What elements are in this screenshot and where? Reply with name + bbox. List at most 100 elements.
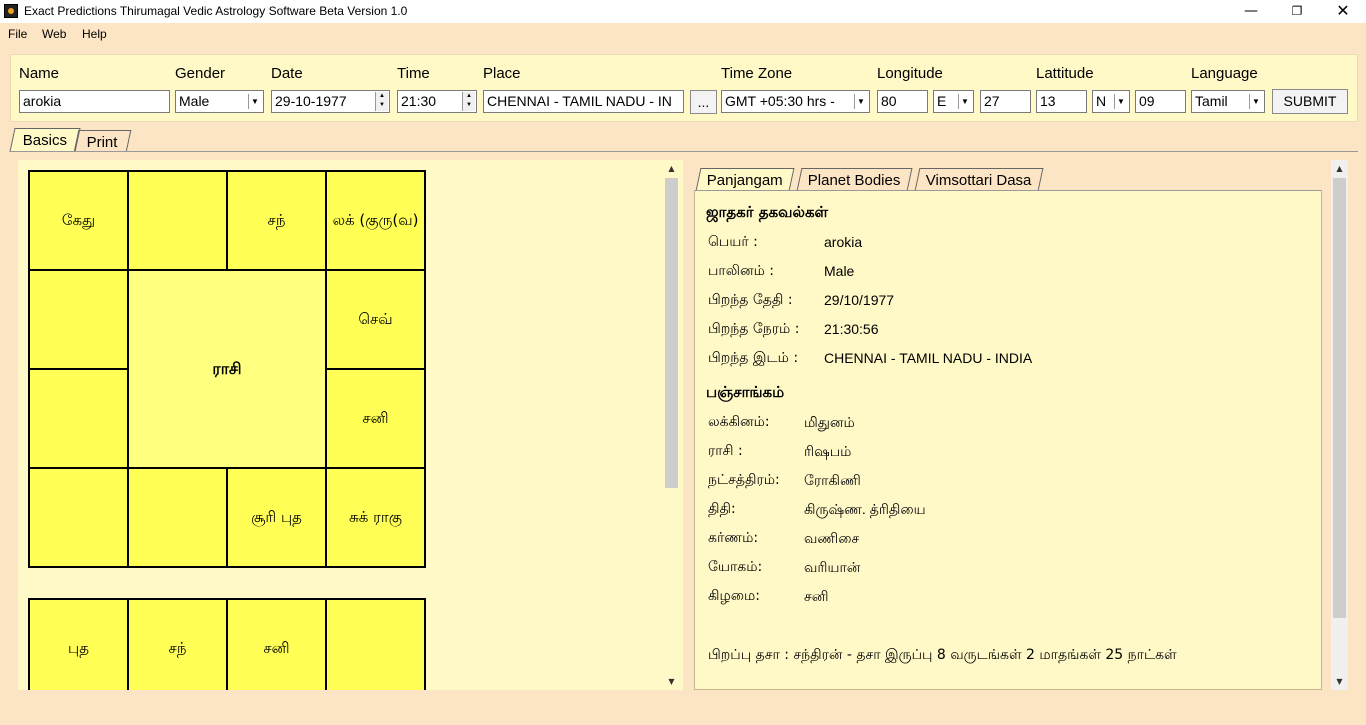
birth-date-key: பிறந்த தேதி : xyxy=(708,292,793,308)
spin-up-icon[interactable]: ▲ xyxy=(376,92,388,101)
timezone-value: GMT +05:30 hrs - xyxy=(725,93,835,109)
minimize-button[interactable]: — xyxy=(1228,0,1274,23)
tab-basics[interactable]: Basics xyxy=(9,128,81,152)
latitude-degree-input[interactable]: 13 xyxy=(1036,90,1087,113)
time-spinner[interactable]: ▲ ▼ xyxy=(462,92,475,111)
time-label: Time xyxy=(397,65,430,82)
chevron-down-icon[interactable]: ▼ xyxy=(1249,94,1262,109)
birth-time-value: 21:30:56 xyxy=(824,321,879,337)
place-label: Place xyxy=(483,65,521,82)
second-chart-house-1: புத xyxy=(29,599,128,690)
gender-select[interactable]: Male ▼ xyxy=(175,90,264,113)
person-name-value: arokia xyxy=(824,234,863,250)
rasi-house-12 xyxy=(29,270,128,369)
language-select[interactable]: Tamil ▼ xyxy=(1191,90,1265,113)
date-spinner[interactable]: ▲ ▼ xyxy=(375,92,388,111)
rasi-chart: கேது சந் லக் (குரு(வ) செவ் சனி சூரி புத … xyxy=(28,170,426,568)
tab-divider xyxy=(10,151,1358,152)
rasi-key: ராசி : xyxy=(708,443,743,459)
place-browse-button[interactable]: ... xyxy=(690,90,717,114)
karanam-key: கர்ணம்: xyxy=(708,530,759,546)
latitude-label: Lattitude xyxy=(1036,65,1094,82)
tab-vimsottari-dasa-label: Vimsottari Dasa xyxy=(925,172,1032,189)
scroll-down-icon[interactable]: ▼ xyxy=(663,673,680,690)
chevron-down-icon[interactable]: ▼ xyxy=(1114,94,1127,109)
tab-print[interactable]: Print xyxy=(73,130,132,152)
second-chart-house-2: சந் xyxy=(128,599,227,690)
rasi-house-9 xyxy=(128,468,227,567)
second-chart-house-3: சனி xyxy=(227,599,326,690)
chevron-down-icon[interactable]: ▼ xyxy=(958,94,971,109)
menu-web[interactable]: Web xyxy=(42,27,66,41)
time-value: 21:30 xyxy=(401,93,437,109)
latitude-minute-input[interactable]: 09 xyxy=(1135,90,1186,113)
scrollbar-thumb[interactable] xyxy=(665,178,678,488)
nakshatra-value: ரோகிணி xyxy=(804,472,861,488)
yogam-key: யோகம்: xyxy=(708,559,763,575)
karanam-value: வணிசை xyxy=(804,530,860,546)
chart-panel-scrollbar[interactable]: ▲ ▼ xyxy=(663,160,680,690)
rasi-house-7: சுக் ராகு xyxy=(326,468,425,567)
person-details-heading: ஜாதகர் தகவல்கள் xyxy=(706,203,829,221)
date-value: 29-10-1977 xyxy=(275,93,347,109)
maximize-button[interactable]: ❐ xyxy=(1274,0,1320,23)
longitude-direction-value: E xyxy=(937,93,947,109)
birth-date-value: 29/10/1977 xyxy=(824,292,895,308)
scroll-up-icon[interactable]: ▲ xyxy=(1331,160,1348,177)
spin-down-icon[interactable]: ▼ xyxy=(463,101,475,110)
info-panel: Panjangam Planet Bodies Vimsottari Dasa … xyxy=(694,168,1330,690)
birth-place-value: CHENNAI - TAMIL NADU - INDIA xyxy=(824,350,1033,366)
lagnam-key: லக்கினம்: xyxy=(708,414,770,430)
spin-down-icon[interactable]: ▼ xyxy=(376,101,388,110)
scrollbar-thumb[interactable] xyxy=(1333,178,1346,618)
timezone-select[interactable]: GMT +05:30 hrs - ▼ xyxy=(721,90,870,113)
latitude-direction-select[interactable]: N ▼ xyxy=(1092,90,1130,113)
gender-label: Gender xyxy=(175,65,226,82)
place-input[interactable]: CHENNAI - TAMIL NADU - IN xyxy=(483,90,684,113)
timezone-label: Time Zone xyxy=(721,65,793,82)
menu-help[interactable]: Help xyxy=(82,27,107,41)
menu-file[interactable]: File xyxy=(8,27,27,41)
time-picker[interactable]: 21:30 ▲ ▼ xyxy=(397,90,477,113)
chevron-down-icon[interactable]: ▼ xyxy=(248,94,261,109)
tab-panjangam[interactable]: Panjangam xyxy=(695,168,795,191)
longitude-direction-select[interactable]: E ▼ xyxy=(933,90,974,113)
chevron-down-icon[interactable]: ▼ xyxy=(854,94,867,109)
yogam-value: வரியான் xyxy=(804,559,861,575)
rasi-house-10 xyxy=(29,468,128,567)
tab-panjangam-label: Panjangam xyxy=(706,172,783,189)
second-chart: புத சந் சனி xyxy=(28,598,426,690)
tab-vimsottari-dasa[interactable]: Vimsottari Dasa xyxy=(914,168,1044,191)
date-picker[interactable]: 29-10-1977 ▲ ▼ xyxy=(271,90,390,113)
gender-value: Male xyxy=(179,93,210,109)
spin-up-icon[interactable]: ▲ xyxy=(463,92,475,101)
rasi-center-label: ராசி xyxy=(128,270,326,468)
tab-basics-label: Basics xyxy=(22,132,67,149)
scroll-up-icon[interactable]: ▲ xyxy=(663,160,680,177)
info-panel-scrollbar[interactable]: ▲ ▼ xyxy=(1331,160,1348,690)
birth-details-form: Name arokia Gender Male ▼ Date 29-10-197… xyxy=(10,54,1358,122)
rasi-house-8: சூரி புத xyxy=(227,468,326,567)
scroll-down-icon[interactable]: ▼ xyxy=(1331,673,1348,690)
chart-panel: கேது சந் லக் (குரு(வ) செவ் சனி சூரி புத … xyxy=(18,160,683,690)
rasi-value: ரிஷபம் xyxy=(804,443,852,459)
weekday-value: சனி xyxy=(804,588,829,604)
rasi-house-4: லக் (குரு(வ) xyxy=(326,171,425,270)
language-value: Tamil xyxy=(1195,93,1228,109)
tithi-value: கிருஷ்ண. த்ரிதியை xyxy=(804,501,926,517)
nakshatra-key: நட்சத்திரம்: xyxy=(708,472,780,488)
person-gender-value: Male xyxy=(824,263,855,279)
panchang-heading: பஞ்சாங்கம் xyxy=(706,383,785,401)
menu-bar: File Web Help xyxy=(0,23,1366,45)
longitude-degree-input[interactable]: 80 xyxy=(877,90,928,113)
rasi-house-5: செவ் xyxy=(326,270,425,369)
weekday-key: கிழமை: xyxy=(708,588,760,604)
birth-time-key: பிறந்த நேரம் : xyxy=(708,321,800,337)
name-input[interactable]: arokia xyxy=(19,90,170,113)
submit-button[interactable]: SUBMIT xyxy=(1272,89,1348,114)
longitude-minute-input[interactable]: 27 xyxy=(980,90,1031,113)
tithi-key: திதி: xyxy=(708,501,736,517)
tab-planet-bodies[interactable]: Planet Bodies xyxy=(796,168,913,191)
app-icon xyxy=(4,4,18,18)
close-button[interactable]: ✕ xyxy=(1320,0,1366,23)
